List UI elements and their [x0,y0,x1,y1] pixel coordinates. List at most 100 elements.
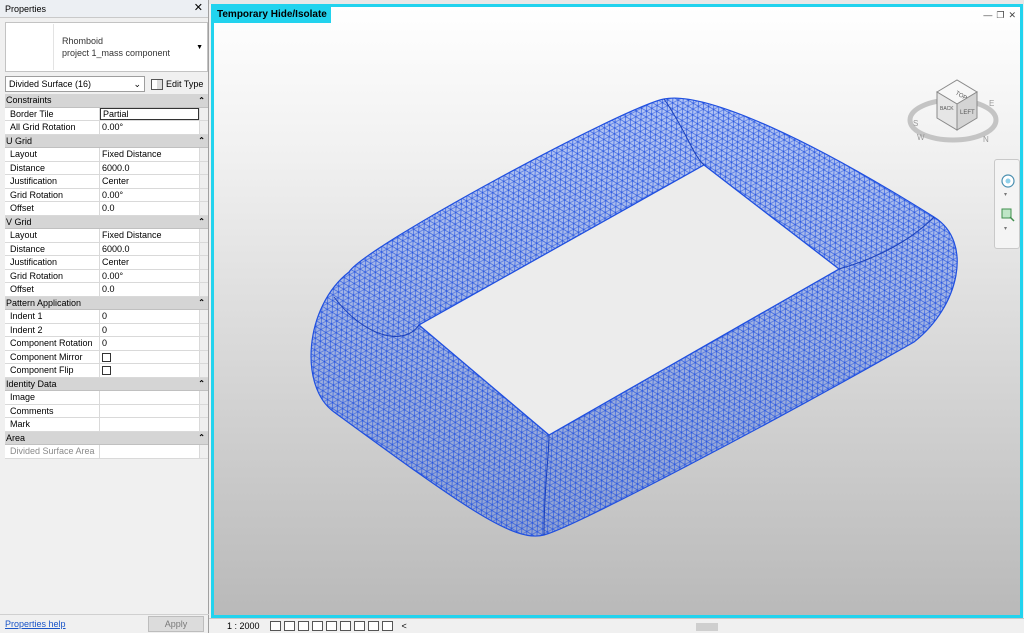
property-name: Component Flip [5,364,100,377]
property-value[interactable]: 6000.0 [100,243,199,256]
navigation-bar: ▾ ▾ [994,159,1020,249]
chevron-down-icon[interactable]: ▾ [1004,225,1007,232]
property-row: Offset 0.0 [5,202,208,216]
close-icon[interactable]: ✕ [194,3,203,14]
row-scrollbar-segment [199,364,208,377]
property-value[interactable]: 0.0 [100,202,199,215]
row-scrollbar-segment [199,148,208,161]
property-name: Indent 1 [5,310,100,323]
property-name: Justification [5,175,100,188]
property-value[interactable]: Center [100,175,199,188]
divided-surface-model[interactable] [214,7,1020,615]
shadows-icon[interactable] [311,621,323,631]
view-control-bar: 1 : 2000 < [209,618,1024,633]
zoom-icon[interactable] [1001,208,1015,222]
property-row: Grid Rotation 0.00° [5,188,208,202]
property-value[interactable]: Fixed Distance [100,229,199,242]
property-name: Grid Rotation [5,269,100,282]
collapse-chevron-icon[interactable]: ⌃ [198,433,205,442]
chevron-down-icon[interactable]: ▾ [1004,191,1007,198]
property-value[interactable] [100,418,199,431]
checkbox[interactable] [102,366,111,375]
property-checkbox-cell[interactable] [100,364,199,377]
property-value[interactable]: 0 [100,324,199,337]
detail-level-icon[interactable] [269,621,281,631]
3d-viewport[interactable]: Temporary Hide/Isolate — ❐ ✕ TOP BACK LE… [211,4,1023,618]
property-row: Distance 6000.0 [5,242,208,256]
property-value[interactable]: Fixed Distance [100,148,199,161]
apply-button[interactable]: Apply [148,616,204,632]
compass-e: E [989,99,994,108]
lock-view-icon[interactable] [339,621,351,631]
group-label: Identity Data [6,378,57,389]
property-value[interactable]: Partial [100,107,199,120]
property-value[interactable]: 6000.0 [100,162,199,175]
type-selector[interactable]: Rhomboid project 1_mass component ▼ [5,22,208,72]
horizontal-scrollbar[interactable] [414,622,1019,631]
properties-titlebar: Properties ✕ [0,0,208,18]
properties-help-link[interactable]: Properties help [5,619,66,629]
property-row: Divided Surface Area [5,445,208,459]
collapse-chevron-icon[interactable]: ⌃ [198,298,205,307]
viewcube-icon[interactable]: TOP BACK LEFT S E W N [907,70,999,162]
hide-isolate-icon[interactable] [367,621,379,631]
scroll-left-icon[interactable]: < [402,621,407,631]
collapse-chevron-icon[interactable]: ⌃ [198,379,205,388]
property-value[interactable] [100,405,199,418]
property-value[interactable] [100,445,199,458]
property-row: Component Flip [5,364,208,378]
type-name: Rhomboid [62,36,104,46]
property-row: Indent 20 [5,323,208,337]
property-name: Grid Rotation [5,188,100,201]
property-value[interactable]: Center [100,256,199,269]
property-row: Layout Fixed Distance [5,148,208,162]
property-row: Layout Fixed Distance [5,229,208,243]
property-name: All Grid Rotation [5,121,100,134]
minimize-icon[interactable]: — [983,10,992,21]
steering-wheel-icon[interactable] [1001,174,1015,188]
group-v-grid[interactable]: V Grid ⌃ [5,215,208,229]
group-area[interactable]: Area ⌃ [5,431,208,445]
close-view-icon[interactable]: ✕ [1008,10,1016,21]
dropdown-arrow-icon[interactable]: ▼ [196,44,203,51]
sun-path-icon[interactable] [297,621,309,631]
property-value[interactable]: 0 [100,310,199,323]
checkbox[interactable] [102,352,111,362]
edit-type-button[interactable]: Edit Type [149,78,205,90]
instance-filter-dropdown[interactable]: Divided Surface (16) ⌄ [5,76,145,92]
property-name: Offset [5,283,100,296]
property-value[interactable] [100,391,199,404]
view-scale[interactable]: 1 : 2000 [227,621,260,631]
group-identity-data[interactable]: Identity Data ⌃ [5,377,208,391]
property-row: Comments [5,404,208,418]
chevron-down-icon: ⌄ [133,78,141,89]
group-label: Pattern Application [6,297,82,308]
property-value[interactable]: 0.00° [100,270,199,283]
visual-style-icon[interactable] [283,621,295,631]
collapse-chevron-icon[interactable]: ⌃ [198,217,205,226]
property-value[interactable]: 0.0 [100,283,199,296]
property-name: Layout [5,229,100,242]
group-u-grid[interactable]: U Grid ⌃ [5,134,208,148]
reveal-hidden-icon[interactable] [381,621,393,631]
property-name: Image [5,391,100,404]
property-row: Distance 6000.0 [5,161,208,175]
row-scrollbar-segment [199,350,208,363]
crop-view-icon[interactable] [353,621,365,631]
property-value[interactable]: 0 [100,337,199,350]
collapse-chevron-icon[interactable]: ⌃ [198,96,205,105]
property-value[interactable]: 0.00° [100,121,199,134]
edit-type-label: Edit Type [166,79,204,89]
restore-icon[interactable]: ❐ [996,10,1004,21]
property-checkbox-cell[interactable] [100,351,199,364]
properties-title: Properties [5,3,47,14]
group-pattern-application[interactable]: Pattern Application ⌃ [5,296,208,310]
property-value[interactable]: 0.00° [100,189,199,202]
collapse-chevron-icon[interactable]: ⌃ [198,136,205,145]
property-name: Layout [5,148,100,161]
group-constraints[interactable]: Constraints ⌃ [5,94,208,108]
render-icon[interactable] [325,621,337,631]
property-name: Border Tile [5,107,100,120]
row-scrollbar-segment [199,337,208,350]
compass-s: S [913,119,918,128]
